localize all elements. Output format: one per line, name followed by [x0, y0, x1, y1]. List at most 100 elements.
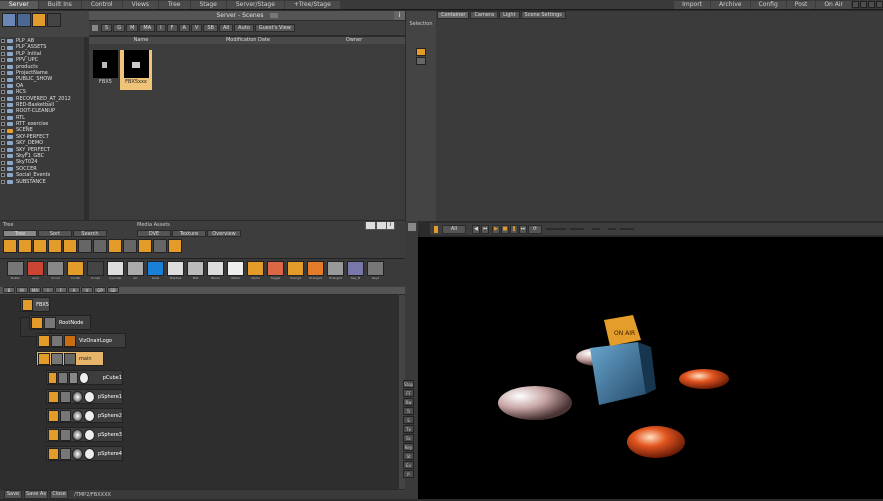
expand-icon[interactable] — [1, 83, 5, 88]
stop-icon[interactable]: ■ — [501, 224, 509, 234]
side-tab[interactable]: S — [403, 416, 414, 424]
properties-tab[interactable]: Camera — [470, 11, 499, 19]
nav-button[interactable]: SB — [107, 287, 119, 293]
merge-icon[interactable] — [18, 239, 32, 253]
expand-icon[interactable] — [1, 141, 5, 146]
plugin-item[interactable]: Shadow — [166, 261, 185, 280]
side-tab[interactable]: Tr — [403, 407, 414, 415]
scene-thumb-selected[interactable]: FBX5xxx — [120, 50, 152, 90]
all-button[interactable]: All — [442, 224, 466, 234]
expand-icon[interactable] — [1, 96, 5, 101]
expand-icon[interactable] — [1, 64, 5, 69]
plugin-item[interactable]: Avid — [26, 261, 45, 280]
top-tab-tree[interactable]: Tree — [158, 0, 190, 9]
filter-button[interactable]: A — [178, 24, 190, 32]
expand-icon[interactable] — [1, 135, 5, 140]
filter-button[interactable]: F — [166, 24, 178, 32]
step-forward-icon[interactable]: ⏭ — [519, 224, 527, 234]
trash-icon[interactable] — [407, 223, 416, 231]
expand-icon[interactable] — [1, 179, 5, 184]
media-tab-texture[interactable]: Texture — [172, 230, 206, 237]
nav-button[interactable]: A — [68, 287, 80, 293]
search-icon[interactable] — [47, 13, 61, 27]
filter-button[interactable]: Auto — [234, 24, 254, 32]
refresh-icon[interactable] — [92, 25, 98, 31]
nav-button[interactable]: I — [42, 287, 54, 293]
side-tab[interactable]: Stop — [403, 380, 414, 388]
expand-icon[interactable] — [1, 51, 5, 56]
info-icon[interactable]: i — [387, 222, 394, 229]
expand-icon[interactable] — [1, 128, 5, 133]
list-view-icon[interactable] — [17, 13, 31, 27]
plugin-item[interactable]: Key2 — [366, 261, 385, 280]
move-icon[interactable] — [108, 239, 122, 253]
top-tab-views[interactable]: Views — [122, 0, 158, 9]
folder-item[interactable]: SUBSTANCE — [0, 179, 89, 185]
window-layout-button[interactable] — [868, 1, 875, 8]
nav-button[interactable]: GP — [94, 287, 106, 293]
expand-icon[interactable] — [1, 122, 5, 127]
tree-node-rootnode[interactable]: RootNode — [29, 315, 91, 330]
transform-icon[interactable] — [416, 57, 426, 65]
list-icon[interactable] — [93, 239, 107, 253]
expand-icon[interactable] — [1, 160, 5, 165]
speed-control[interactable] — [546, 228, 566, 230]
nav-button[interactable]: M — [16, 287, 28, 293]
top-tab-config[interactable]: Config — [750, 0, 786, 9]
plugin-item[interactable]: Alpha — [246, 261, 265, 280]
window-icon[interactable] — [366, 222, 375, 229]
tree-node-psphere1[interactable]: pSphere1 — [46, 389, 123, 404]
properties-tab[interactable]: Scene Settings — [520, 11, 566, 19]
column-modification-date[interactable]: Modification Date — [193, 37, 303, 44]
top-tab-archive[interactable]: Archive — [711, 0, 750, 9]
camera-icon[interactable] — [123, 239, 137, 253]
properties-tab[interactable]: Light — [499, 11, 520, 19]
plugin-item[interactable]: Cylinder — [106, 261, 125, 280]
scene-thumb[interactable]: FBX5 — [93, 50, 118, 90]
aspect-ratio-icon[interactable] — [620, 228, 634, 230]
side-tab[interactable]: FF — [403, 389, 414, 397]
column-name[interactable]: Name — [89, 37, 193, 44]
server-view-icon[interactable] — [2, 13, 16, 27]
column-owner[interactable]: Owner — [303, 37, 405, 44]
nav-button[interactable]: F — [55, 287, 67, 293]
window-restore-button[interactable] — [860, 1, 867, 8]
copy-icon[interactable] — [63, 239, 77, 253]
split-icon[interactable] — [48, 239, 62, 253]
top-tab-server[interactable]: Server — [0, 0, 38, 9]
tree-node-fbx5[interactable]: FBX5 — [20, 297, 50, 312]
expand-icon[interactable] — [1, 45, 5, 50]
save-as-button[interactable]: Save As — [24, 490, 48, 499]
expand-icon[interactable] — [1, 173, 5, 178]
plugin-item[interactable]: Toggle — [266, 261, 285, 280]
side-tab[interactable]: Rw — [403, 398, 414, 406]
plugin-item[interactable]: Glow — [146, 261, 165, 280]
side-tab[interactable]: Tx — [403, 425, 414, 433]
save-button[interactable]: Save — [4, 490, 22, 499]
tree-node-psphere4[interactable]: pSphere4 — [46, 446, 123, 461]
save-icon[interactable] — [168, 239, 182, 253]
filter-button[interactable]: I — [156, 24, 166, 32]
top-tab--tree-stage[interactable]: +Tree/Stage — [284, 0, 340, 9]
server-dropdown-button[interactable] — [269, 13, 278, 18]
top-tab-on-air[interactable]: On Air — [816, 0, 851, 9]
pause-icon[interactable]: ❚ — [510, 224, 518, 234]
media-tab-overview[interactable]: Overview — [207, 230, 241, 237]
grid-icon[interactable] — [153, 239, 167, 253]
top-tab-built-ins[interactable]: Built Ins — [38, 0, 81, 9]
side-tab[interactable]: Sc — [403, 434, 414, 442]
expand-icon[interactable] — [1, 39, 5, 44]
plugin-item[interactable]: Orange3 — [326, 261, 345, 280]
expand-icon[interactable] — [1, 71, 5, 76]
expand-icon[interactable] — [1, 90, 5, 95]
filter-button[interactable]: M — [126, 24, 139, 32]
tree-node-psphere3[interactable]: pSphere3 — [46, 427, 123, 442]
filter-button[interactable]: MA — [139, 24, 156, 32]
nav-button[interactable]: V — [81, 287, 93, 293]
expand-icon[interactable] — [1, 58, 5, 63]
group-icon[interactable] — [33, 239, 47, 253]
layer-icon[interactable] — [78, 239, 92, 253]
filter-button[interactable]: All — [218, 24, 234, 32]
expand-icon[interactable] — [1, 147, 5, 152]
plugin-item[interactable]: Script — [86, 261, 105, 280]
